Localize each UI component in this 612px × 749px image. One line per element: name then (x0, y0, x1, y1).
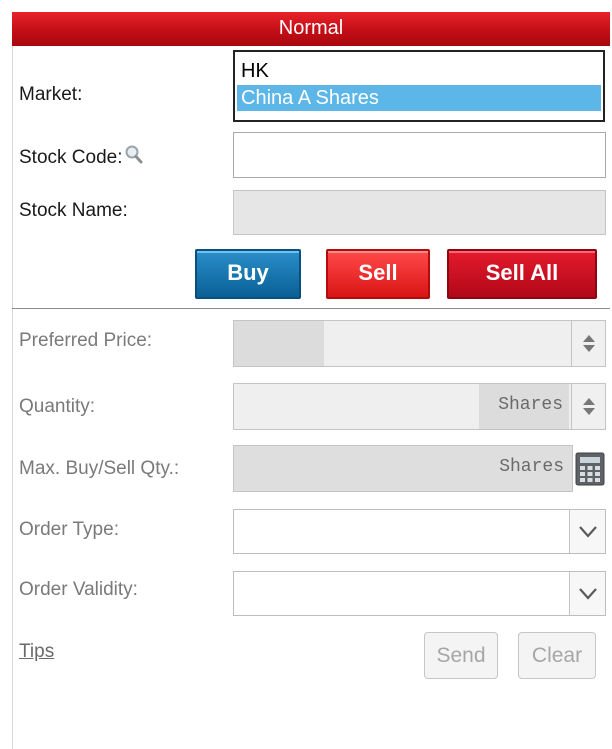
quantity-stepper[interactable] (571, 384, 605, 429)
section-divider (12, 308, 610, 309)
preferred-price-label: Preferred Price: (19, 330, 153, 351)
stock-code-label-text: Stock Code: (19, 147, 123, 169)
preferred-price-value (234, 321, 324, 366)
calculator-icon[interactable] (575, 452, 605, 486)
send-button[interactable]: Send (424, 632, 498, 679)
search-icon[interactable] (124, 144, 144, 172)
header-title: Normal (278, 17, 344, 39)
tips-link[interactable]: Tips (19, 641, 54, 663)
quantity-label: Quantity: (19, 396, 96, 417)
chevron-down-icon[interactable] (582, 345, 595, 352)
market-dropdown-list[interactable]: HK China A Shares (233, 50, 605, 122)
preferred-price-input[interactable] (233, 320, 606, 367)
preferred-price-stepper[interactable] (571, 321, 605, 366)
stock-code-input[interactable] (233, 132, 606, 178)
sell-all-button[interactable]: Sell All (447, 249, 597, 299)
order-validity-select[interactable] (233, 571, 606, 616)
market-option-hk[interactable]: HK (237, 58, 269, 84)
sell-button[interactable]: Sell (326, 249, 430, 299)
max-qty-field: Shares (233, 445, 573, 492)
chevron-down-icon[interactable] (569, 572, 605, 615)
order-type-select[interactable] (233, 509, 606, 554)
chevron-up-icon[interactable] (582, 335, 595, 342)
buy-button[interactable]: Buy (195, 249, 301, 299)
market-option-china-a-shares[interactable]: China A Shares (237, 85, 601, 111)
max-qty-unit: Shares (499, 457, 564, 477)
chevron-down-icon[interactable] (582, 408, 595, 415)
quantity-input[interactable]: Shares (233, 383, 606, 430)
max-qty-label: Max. Buy/Sell Qty.: (19, 458, 180, 479)
clear-button[interactable]: Clear (518, 632, 596, 679)
order-mode-header: Normal (12, 12, 610, 46)
stock-code-label: Stock Code: (19, 144, 144, 172)
stock-name-field (233, 190, 606, 235)
market-label: Market: (19, 84, 83, 105)
chevron-up-icon[interactable] (582, 398, 595, 405)
quantity-unit: Shares (498, 395, 563, 415)
order-type-label: Order Type: (19, 519, 119, 540)
chevron-down-icon[interactable] (569, 510, 605, 553)
order-validity-label: Order Validity: (19, 579, 138, 600)
stock-name-label: Stock Name: (19, 200, 128, 221)
